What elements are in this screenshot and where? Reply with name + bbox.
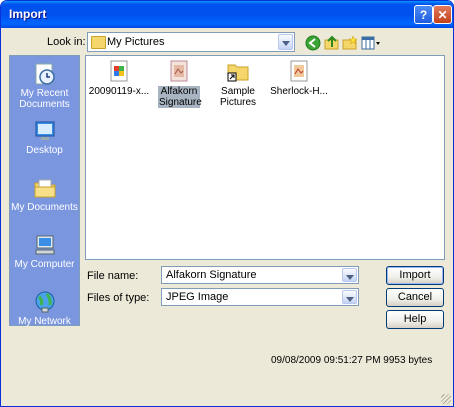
place-my-computer[interactable]: My Computer [10,233,79,270]
files-of-type-label: Files of type: [87,292,150,304]
import-dialog: Import ? ✕ Look in: My Pictures My Recen… [0,0,454,407]
places-bar: My Recent Documents Desktop My Documents… [9,55,80,327]
my-network-icon [33,290,57,314]
folder-shortcut-icon [227,60,249,82]
file-type-combo[interactable]: JPEG Image [161,288,359,306]
close-button[interactable]: ✕ [433,5,452,24]
place-label: My Computer [14,259,75,270]
image-file-icon [108,60,130,82]
look-in-label: Look in: [47,36,86,48]
file-list[interactable]: 20090119-x... Alfakorn Signature Sample … [85,55,445,260]
place-my-documents[interactable]: My Documents [10,176,79,213]
title-bar[interactable]: Import ? ✕ [1,1,453,28]
place-label: My Documents [11,202,78,213]
image-file-icon [168,60,190,82]
my-documents-icon [33,176,57,200]
look-in-dropdown-arrow[interactable] [278,34,293,50]
file-item[interactable]: 20090119-x... [86,60,152,97]
place-label: My Network [18,316,71,327]
file-type-value: JPEG Image [166,291,229,303]
file-name-label: File name: [87,270,139,282]
help-button[interactable]: Help [386,310,444,329]
dialog-title: Import [9,7,47,21]
file-name-combo[interactable]: Alfakorn Signature [161,266,359,284]
file-name: Sherlock-H... [270,86,328,97]
view-menu-icon[interactable] [361,35,381,51]
new-folder-icon[interactable] [342,35,358,51]
look-in-value: My Pictures [107,36,165,48]
resize-grip[interactable] [441,394,451,404]
up-folder-icon[interactable] [324,35,340,51]
desktop-icon [33,119,57,143]
file-item-selected[interactable]: Alfakorn Signature [146,60,212,108]
place-label: Desktop [26,145,63,156]
place-my-network[interactable]: My Network [10,290,79,327]
import-button[interactable]: Import [386,266,444,285]
look-in-combo[interactable]: My Pictures [87,32,295,52]
place-label: My Recent Documents [19,88,70,110]
image-file-icon [288,60,310,82]
file-name: Sample Pictures [219,86,257,108]
cancel-button[interactable]: Cancel [386,288,444,307]
place-my-recent-documents[interactable]: My Recent Documents [10,62,79,110]
file-name-dropdown-arrow[interactable] [342,268,357,282]
help-title-button[interactable]: ? [414,5,433,24]
file-type-dropdown-arrow[interactable] [342,290,357,304]
recent-documents-icon [33,62,57,86]
file-info-status: 09/08/2009 09:51:27 PM 9953 bytes [271,355,433,366]
file-name-value: Alfakorn Signature [166,269,257,281]
file-item[interactable]: Sample Pictures [205,60,271,108]
my-pictures-folder-icon [91,36,106,49]
my-computer-icon [33,233,57,257]
file-name: 20090119-x... [88,86,150,97]
back-icon[interactable] [305,35,321,51]
file-item[interactable]: Sherlock-H... [266,60,332,97]
file-name: Alfakorn Signature [158,86,202,108]
place-desktop[interactable]: Desktop [10,119,79,156]
